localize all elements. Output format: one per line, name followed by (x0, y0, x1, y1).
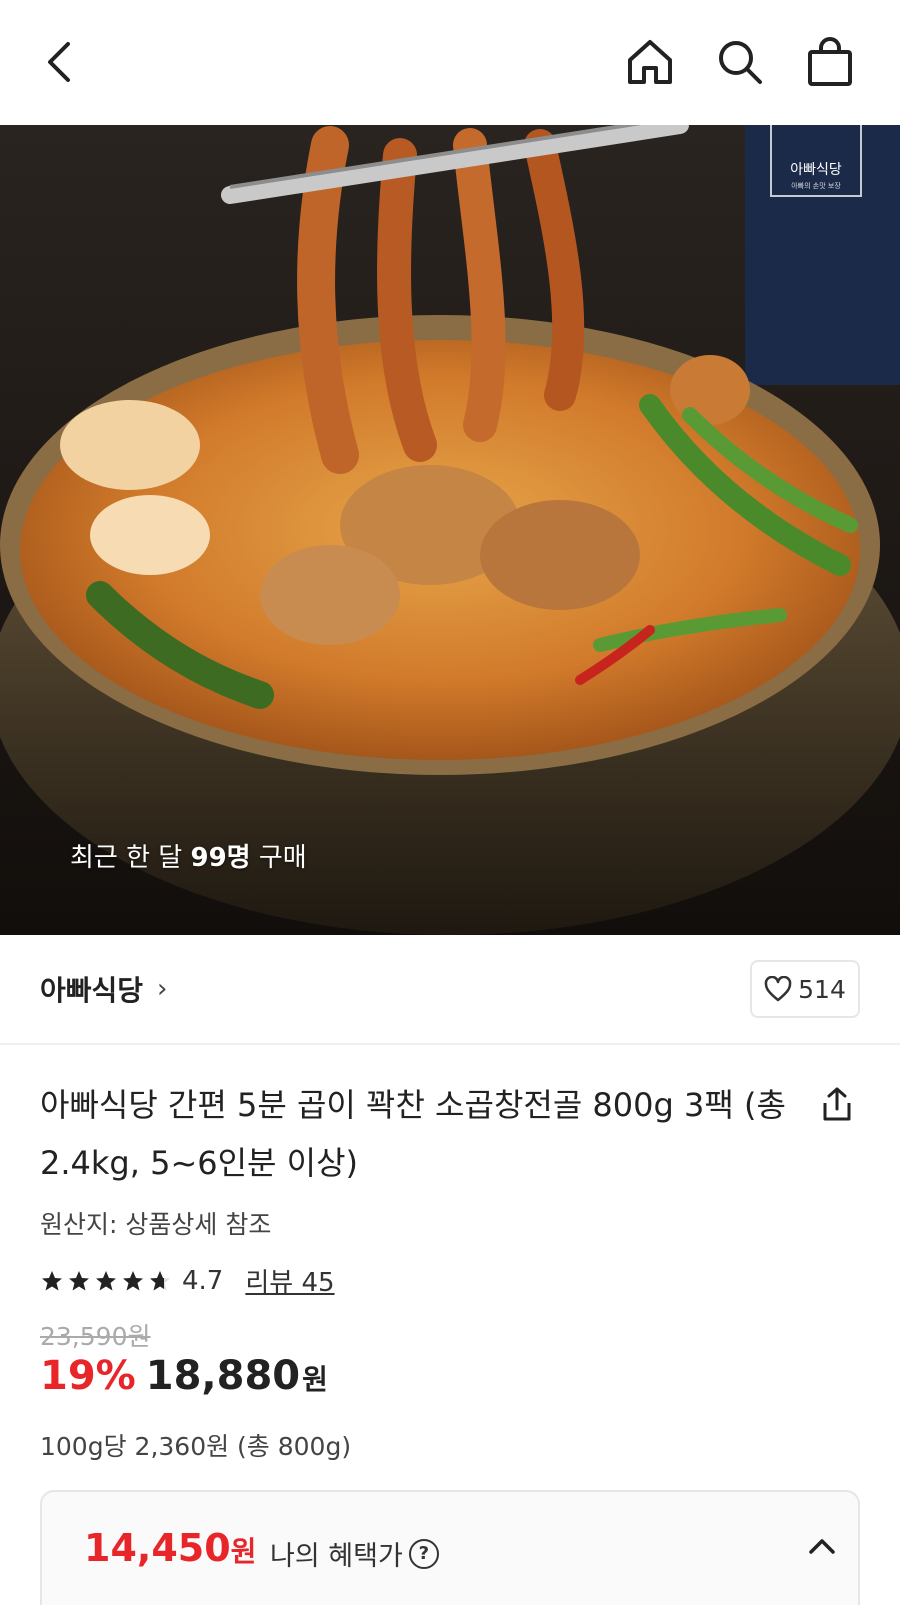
origin-info: 원산지: 상품상세 참조 (40, 1210, 272, 1239)
collapse-button[interactable] (802, 1526, 842, 1566)
product-photo (0, 125, 900, 935)
chevron-left-icon (48, 42, 70, 82)
product-image[interactable]: 아빠식당 아빠의 손맛 보장 최근 한 달 99명 구매 (0, 125, 900, 935)
price-row: 19% 18,880 원 (40, 1353, 328, 1399)
original-price: 23,590원 (40, 1322, 151, 1351)
like-button[interactable]: 514 (750, 960, 860, 1018)
buyers-count: 99명 (190, 843, 251, 873)
search-icon (719, 41, 762, 84)
brand-logo-badge: 아빠식당 아빠의 손맛 보장 (770, 125, 862, 197)
home-button[interactable] (618, 30, 682, 94)
recent-buyers-text: 최근 한 달 99명 구매 (70, 837, 307, 874)
star-icon (123, 1270, 143, 1290)
shopping-bag-icon (808, 37, 852, 86)
star-icon (69, 1270, 89, 1290)
benefit-price-panel[interactable]: 14,450원 나의 혜택가 ? (40, 1490, 860, 1605)
benefit-label-text: 나의 혜택가 (270, 1541, 403, 1572)
benefit-label: 나의 혜택가 ? (270, 1534, 439, 1573)
help-icon[interactable]: ? (408, 1538, 439, 1569)
share-icon (823, 1087, 851, 1121)
buyers-prefix: 최근 한 달 (70, 843, 191, 873)
benefit-price: 14,450원 (84, 1526, 256, 1570)
unit-price: 100g당 2,360원 (총 800g) (40, 1432, 352, 1461)
star-rating (40, 1269, 172, 1293)
buyers-suffix: 구매 (250, 843, 307, 873)
chevron-up-icon (809, 1539, 835, 1554)
half-star-icon (150, 1270, 170, 1290)
product-title: 아빠식당 간편 5분 곱이 꽉찬 소곱창전골 800g 3팩 (총 2.4kg,… (40, 1086, 786, 1182)
chevron-right-icon: › (157, 974, 168, 1004)
share-button[interactable] (812, 1080, 862, 1130)
sale-price: 18,880 (145, 1353, 301, 1399)
like-count: 514 (798, 974, 846, 1004)
store-link[interactable]: 아빠식당 › (40, 969, 167, 1009)
rating-row: 4.7 리뷰 45 (40, 1262, 335, 1299)
store-row: 아빠식당 › 514 (0, 935, 900, 1045)
star-icon (96, 1270, 116, 1290)
back-button[interactable] (28, 30, 92, 94)
review-link[interactable]: 리뷰 45 (245, 1262, 334, 1299)
search-button[interactable] (708, 30, 772, 94)
rating-value: 4.7 (182, 1265, 224, 1296)
heart-icon (764, 976, 792, 1002)
store-name: 아빠식당 (40, 974, 144, 1007)
price-currency: 원 (302, 1363, 328, 1396)
discount-rate: 19% (40, 1353, 136, 1399)
home-icon (628, 40, 672, 84)
star-icon (42, 1270, 62, 1290)
cart-button[interactable] (798, 30, 862, 94)
benefit-price-currency: 원 (230, 1535, 257, 1568)
top-navigation-bar (0, 0, 900, 125)
benefit-price-value: 14,450 (84, 1526, 231, 1570)
